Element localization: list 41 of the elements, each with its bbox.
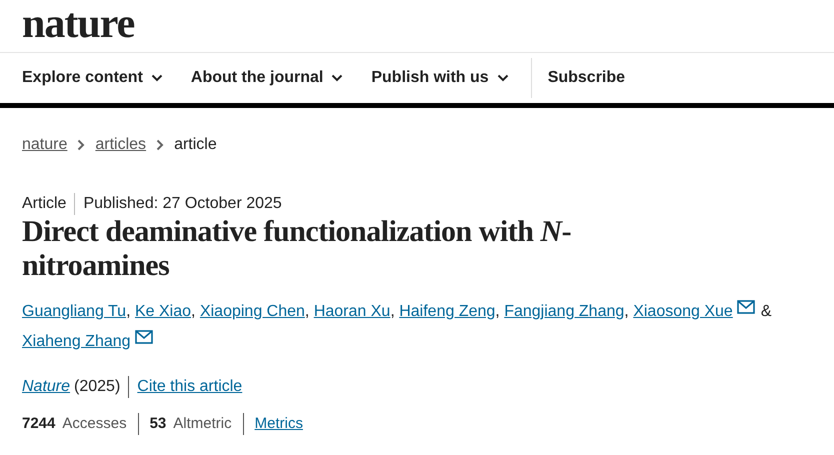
article-title: Direct deaminative functionalization with N-nitroamines xyxy=(22,215,572,283)
mail-icon[interactable] xyxy=(134,330,153,344)
publication-year: (2025) xyxy=(74,377,120,397)
author-separator: , xyxy=(126,303,131,320)
nav-menu[interactable]: Explore content xyxy=(22,66,163,90)
author-link[interactable]: Xiaoping Chen xyxy=(200,303,305,320)
nav-menu[interactable]: Publish with us xyxy=(371,66,509,90)
published-date: Published: 27 October 2025 xyxy=(83,194,282,214)
author-link[interactable]: Guangliang Tu xyxy=(22,303,126,320)
chevron-right-icon xyxy=(77,139,86,151)
subscribe-link[interactable]: Subscribe xyxy=(548,66,626,90)
breadcrumb-current: article xyxy=(174,135,217,155)
author-link[interactable]: Xiaheng Zhang xyxy=(22,333,131,350)
nav-menu[interactable]: About the journal xyxy=(190,66,344,90)
metric-count: 7244 xyxy=(22,414,56,434)
journal-link[interactable]: Nature xyxy=(22,375,70,399)
author-link[interactable]: Xiaosong Xue xyxy=(633,303,733,320)
chevron-right-icon xyxy=(156,139,164,151)
chevron-down-icon xyxy=(331,74,344,82)
chevron-down-icon xyxy=(150,74,163,82)
author-link[interactable]: Haoran Xu xyxy=(314,303,390,320)
author-separator: & xyxy=(760,303,772,320)
metric-count: 53 xyxy=(150,414,166,434)
breadcrumb-link[interactable]: nature xyxy=(22,133,68,157)
cite-link[interactable]: Cite this article xyxy=(137,375,242,399)
metrics-link[interactable]: Metrics xyxy=(254,413,303,436)
author-link[interactable]: Haifeng Zeng xyxy=(399,303,496,320)
author-link[interactable]: Fangjiang Zhang xyxy=(504,303,624,320)
article-type: Article xyxy=(22,194,66,214)
nature-logo[interactable]: nature xyxy=(22,1,134,47)
mail-icon[interactable] xyxy=(736,300,755,314)
author-separator: , xyxy=(304,303,310,320)
author-separator: , xyxy=(495,303,500,320)
breadcrumb-link[interactable]: articles xyxy=(95,133,146,157)
metric-label: Accesses xyxy=(62,414,127,434)
chevron-down-icon xyxy=(496,74,509,82)
metric-label: Altmetric xyxy=(173,414,232,434)
author-separator: , xyxy=(390,303,395,320)
author-link[interactable]: Ke Xiao xyxy=(134,303,192,320)
author-separator: , xyxy=(624,303,629,320)
author-separator: , xyxy=(191,303,196,320)
